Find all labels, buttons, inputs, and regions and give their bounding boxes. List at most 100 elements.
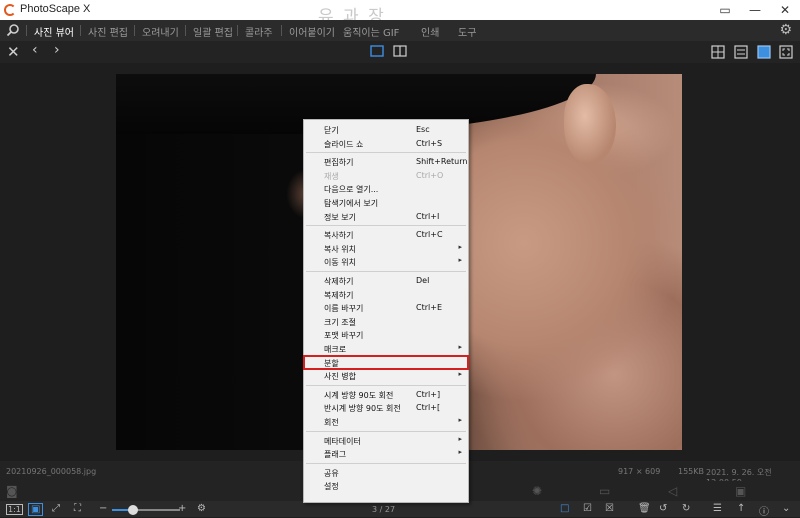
menu-separator — [306, 152, 466, 154]
menu-print[interactable]: 인쇄 — [421, 24, 439, 39]
audio-icon[interactable]: ◁ — [668, 484, 677, 498]
zoom-slider[interactable] — [112, 505, 180, 515]
zoom-in-icon[interactable]: + — [178, 503, 186, 514]
settings-gear-icon[interactable]: ⚙ — [779, 22, 792, 38]
effect-icon[interactable]: ✺ — [532, 484, 542, 498]
menu-gif[interactable]: 움직이는 GIF — [343, 24, 399, 39]
fit-width-icon[interactable]: ⤢ — [52, 503, 60, 514]
share-up-icon[interactable]: ↑ — [737, 503, 745, 514]
context-menu-item[interactable]: 다음으로 열기... — [304, 182, 468, 196]
context-menu-item[interactable]: 반시계 방향 90도 회전 Ctrl+[ — [304, 401, 468, 415]
context-menu-item[interactable]: 플래그 ▸ — [304, 447, 468, 461]
context-menu-shortcut: Ctrl+I — [416, 211, 440, 221]
menu-separator — [306, 384, 466, 386]
context-menu-item[interactable]: 복제하기 — [304, 288, 468, 302]
single-view-icon[interactable] — [370, 45, 384, 58]
fit-original-icon[interactable]: ⛶ — [74, 503, 81, 514]
grid-view-icon[interactable] — [711, 45, 725, 59]
context-menu-item-label: 메타데이터 — [324, 436, 361, 446]
trash-icon[interactable]: 🗑 — [638, 503, 651, 514]
select-check-icon[interactable]: ☑ — [583, 503, 592, 514]
context-menu-shortcut: Esc — [416, 125, 430, 134]
menu-batch[interactable]: 일괄 편집 — [193, 24, 233, 39]
film-icon[interactable]: ▭ — [599, 484, 610, 498]
menu-viewer[interactable]: 사진 뷰어 — [34, 24, 74, 39]
context-menu-item[interactable]: 회전 ▸ — [304, 415, 468, 429]
info-icon[interactable]: ⓘ — [759, 503, 769, 518]
camera-icon[interactable]: ◙ — [6, 484, 18, 498]
submenu-arrow-icon: ▸ — [458, 256, 462, 265]
deselect-icon[interactable]: ☒ — [605, 503, 614, 514]
list-view-icon[interactable] — [734, 45, 748, 59]
menu-collage[interactable]: 콜라주 — [245, 24, 273, 39]
context-menu-shortcut: Ctrl+] — [416, 389, 441, 399]
adjust-sliders-icon[interactable]: ☰ — [713, 503, 722, 514]
context-menu-item[interactable]: 포맷 바꾸기 — [304, 328, 468, 342]
menu-combine[interactable]: 이어붙이기 — [289, 24, 335, 39]
context-menu-item-label: 다음으로 열기... — [324, 185, 379, 195]
menu-divider — [134, 25, 135, 36]
split-view-icon[interactable] — [393, 45, 407, 58]
select-single-icon[interactable]: □ — [560, 503, 569, 514]
context-menu-item[interactable]: 편집하기 Shift+Return — [304, 155, 468, 169]
context-menu-item[interactable]: 삭제하기 Del — [304, 274, 468, 288]
window-title: PhotoScape X — [20, 3, 91, 15]
search-icon[interactable] — [6, 23, 20, 37]
context-menu-item[interactable]: 복사하기 Ctrl+C — [304, 228, 468, 242]
minimize-button[interactable]: — — [740, 0, 770, 20]
zoom-out-icon[interactable]: − — [99, 503, 107, 514]
context-menu-item[interactable]: 정보 보기 Ctrl+I — [304, 210, 468, 224]
title-bar: PhotoScape X 유 과 장 ▭ — ✕ — [0, 0, 800, 27]
next-arrow-icon[interactable]: › — [54, 42, 60, 58]
context-menu-item[interactable]: 닫기 Esc — [304, 123, 468, 137]
context-menu-item[interactable]: 분할 — [303, 354, 469, 371]
context-menu-shortcut: Ctrl+[ — [416, 403, 441, 413]
context-menu-item-label: 복제하기 — [324, 290, 354, 300]
view-settings-gear-icon[interactable]: ⚙ — [197, 503, 206, 514]
context-menu-item-label: 이름 바꾸기 — [324, 304, 364, 314]
context-menu-item[interactable]: 사진 병합 ▸ — [304, 369, 468, 383]
menu-divider — [185, 25, 186, 36]
fit-screen-button[interactable]: ▣ — [28, 503, 44, 516]
context-menu-shortcut: Ctrl+O — [416, 170, 444, 180]
file-size: 155KB — [678, 467, 705, 476]
rotate-right-icon[interactable]: ↻ — [682, 503, 690, 514]
context-menu-item-label: 편집하기 — [324, 158, 354, 168]
more-chevron-down-icon[interactable]: ⌄ — [782, 503, 790, 514]
menu-editor[interactable]: 사진 편집 — [88, 24, 128, 39]
context-menu-item[interactable]: 탐색기에서 보기 — [304, 196, 468, 210]
context-menu-item[interactable]: 공유 — [304, 466, 468, 480]
context-menu-item[interactable]: 설정 — [304, 479, 468, 493]
context-menu-item[interactable]: 이동 위치 ▸ — [304, 255, 468, 269]
pc-icon[interactable]: ▭ — [710, 0, 740, 20]
rotate-left-icon[interactable]: ↺ — [659, 503, 667, 514]
context-menu-item-label: 포맷 바꾸기 — [324, 331, 364, 341]
context-menu-item[interactable]: 복사 위치 ▸ — [304, 242, 468, 256]
submenu-arrow-icon: ▸ — [458, 434, 462, 443]
menu-tools[interactable]: 도구 — [458, 24, 476, 39]
context-menu-item-label: 매크로 — [324, 345, 347, 354]
context-menu: 닫기 Esc 슬라이드 쇼 Ctrl+S 편집하기 Shift+Return 재생 Ctrl+… — [303, 119, 469, 503]
close-window-button[interactable]: ✕ — [770, 0, 800, 20]
zoom-slider-knob[interactable] — [128, 505, 138, 515]
context-menu-item: 재생 Ctrl+O — [304, 169, 468, 183]
context-menu-item[interactable]: 이름 바꾸기 Ctrl+E — [304, 301, 468, 315]
single-photo-view-icon[interactable] — [757, 45, 771, 59]
context-menu-item[interactable]: 메타데이터 ▸ — [304, 434, 468, 448]
context-menu-item-label: 공유 — [324, 468, 339, 478]
context-menu-item-label: 시계 방향 90도 회전 — [324, 390, 394, 400]
context-menu-item[interactable]: 매크로 ▸ — [304, 342, 468, 356]
context-menu-item[interactable]: 시계 방향 90도 회전 Ctrl+] — [304, 388, 468, 402]
context-menu-item[interactable]: 슬라이드 쇼 Ctrl+S — [304, 137, 468, 151]
zoom-1to1-button[interactable]: 1:1 — [6, 504, 23, 515]
menu-divider — [281, 25, 282, 36]
menu-cutout[interactable]: 오려내기 — [142, 24, 179, 39]
context-menu-item[interactable]: 크기 조절 — [304, 315, 468, 329]
prev-arrow-icon[interactable]: ‹ — [32, 42, 38, 58]
picture-icon[interactable]: ▣ — [735, 484, 746, 498]
photo-ear-region — [564, 84, 616, 164]
context-menu-item-label: 회전 — [324, 418, 339, 427]
fullscreen-icon[interactable] — [779, 45, 793, 59]
close-icon[interactable]: ✕ — [7, 43, 20, 61]
submenu-arrow-icon: ▸ — [458, 448, 462, 457]
